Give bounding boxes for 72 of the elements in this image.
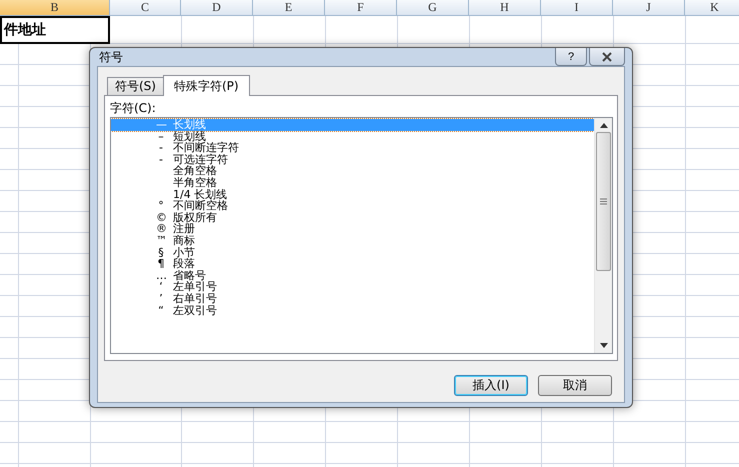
list-item[interactable]: ° 不间断空格 <box>111 200 594 212</box>
symbol-char: ™ <box>156 234 166 247</box>
column-header[interactable]: E <box>253 0 325 16</box>
character-name: 右单引号 <box>173 292 217 304</box>
list-item[interactable]: … 省略号 <box>111 270 594 282</box>
help-button[interactable]: ? <box>555 48 587 66</box>
grip-icon <box>600 198 607 205</box>
tab[interactable]: 特殊字符(P) <box>162 75 250 96</box>
cancel-button[interactable]: 取消 <box>538 375 612 396</box>
scroll-up-icon <box>600 123 608 128</box>
symbol-char: - <box>158 142 164 154</box>
character-name: 商标 <box>173 234 195 247</box>
character-name: 不间断连字符 <box>173 142 239 154</box>
character-name: 左双引号 <box>173 304 217 316</box>
symbol-char: © <box>156 212 166 224</box>
scroll-down-icon <box>600 343 608 348</box>
column-header[interactable]: H <box>469 0 541 16</box>
list-item[interactable]: © 版权所有 <box>111 212 594 224</box>
list-item[interactable]: ® 注册 <box>111 223 594 235</box>
list-item[interactable]: 全角空格 <box>111 165 594 177</box>
column-header[interactable]: D <box>181 0 253 16</box>
scrollbar[interactable] <box>594 118 612 353</box>
character-name: 全角空格 <box>173 165 217 177</box>
character-name: 段落 <box>173 258 195 270</box>
tab[interactable]: 符号(S) <box>107 77 164 95</box>
character-name: 短划线 <box>173 130 206 142</box>
symbol-char: § <box>157 246 165 259</box>
column-header[interactable]: I <box>541 0 613 16</box>
window-title: 符号 <box>98 48 123 66</box>
list-item[interactable]: ‘ 左单引号 <box>111 281 594 293</box>
column-header[interactable]: G <box>397 0 469 16</box>
symbol-char: – <box>157 130 165 143</box>
character-name: 注册 <box>173 223 195 235</box>
scroll-thumb[interactable] <box>596 132 611 271</box>
insert-button[interactable]: 插入(I) <box>454 375 528 396</box>
character-name: 1/4 长划线 <box>173 188 228 200</box>
symbol-char: ’ <box>158 292 164 305</box>
list-item[interactable]: - 不间断连字符 <box>111 142 594 154</box>
column-header[interactable]: C <box>110 0 181 16</box>
symbol-char: - <box>158 154 164 166</box>
character-name: 半角空格 <box>173 176 217 189</box>
symbol-char: ® <box>156 223 166 236</box>
list-item[interactable]: - 可选连字符 <box>111 154 594 166</box>
list-item[interactable]: – 短划线 <box>111 130 594 142</box>
column-header[interactable]: F <box>325 0 397 16</box>
list-item[interactable]: “ 左双引号 <box>111 304 594 316</box>
symbol-char: … <box>156 270 166 282</box>
table-cell[interactable]: 件地址 <box>0 16 110 44</box>
close-icon <box>602 52 612 62</box>
list-item[interactable]: 1/4 长划线 <box>111 188 594 200</box>
symbol-char: “ <box>157 304 165 316</box>
symbol-char: ° <box>157 200 165 212</box>
symbol-char: — <box>156 119 166 131</box>
close-button[interactable] <box>589 48 625 66</box>
list-item[interactable]: § 小节 <box>111 246 594 258</box>
character-name: 可选连字符 <box>173 154 228 166</box>
character-name: 小节 <box>173 246 195 258</box>
character-name: 省略号 <box>173 270 206 282</box>
character-name: 版权所有 <box>173 212 217 224</box>
character-name: 长划线 <box>173 119 206 131</box>
list-item[interactable]: ¶ 段落 <box>111 258 594 270</box>
list-label: 字符(C): <box>110 102 157 115</box>
column-header[interactable]: J <box>613 0 685 16</box>
character-name: 不间断空格 <box>173 200 228 212</box>
column-header[interactable]: B <box>0 0 110 16</box>
list-item[interactable]: 半角空格 <box>111 176 594 189</box>
character-name: 左单引号 <box>173 281 217 293</box>
list-item[interactable]: ™ 商标 <box>111 234 594 247</box>
symbol-char: ¶ <box>156 258 166 270</box>
column-header[interactable]: K <box>685 0 739 16</box>
list-item[interactable]: ’ 右单引号 <box>111 292 594 304</box>
symbol-char: ‘ <box>158 281 164 294</box>
